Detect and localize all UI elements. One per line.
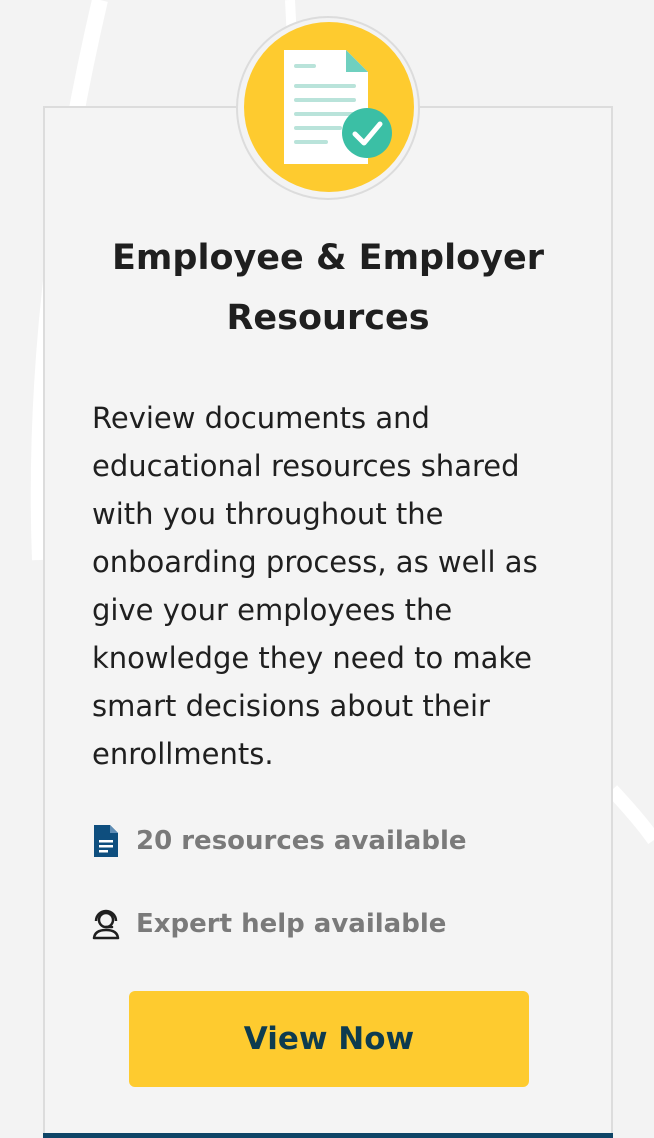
support-agent-icon [90, 905, 122, 943]
resources-count-row: 20 resources available [90, 822, 467, 860]
card-title: Employee & Employer Resources [112, 238, 544, 338]
document-check-icon [284, 50, 392, 164]
card-accent-bar [43, 1133, 613, 1138]
document-icon [90, 822, 122, 860]
expert-help-text: Expert help available [136, 909, 447, 939]
card-description: Review documents and educational resourc… [92, 401, 538, 771]
page-background: Employee & Employer Resources Review doc… [0, 0, 654, 1138]
expert-help-row: Expert help available [90, 905, 446, 943]
resources-count-text: 20 resources available [136, 826, 467, 856]
view-now-button[interactable]: View Now [129, 991, 529, 1087]
